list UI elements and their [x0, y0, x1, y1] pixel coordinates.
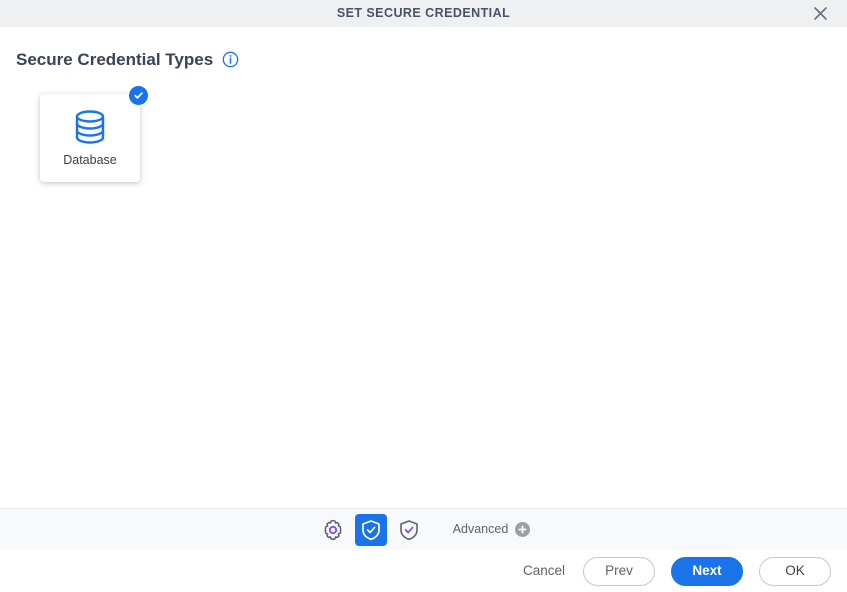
section-header: Secure Credential Types: [0, 27, 847, 68]
next-button[interactable]: Next: [671, 556, 743, 586]
credential-card-label: Database: [63, 153, 117, 168]
ok-button[interactable]: OK: [759, 556, 831, 586]
close-icon[interactable]: [803, 0, 837, 27]
page-title: Secure Credential Types: [16, 50, 214, 69]
credential-type-card-grid: Database: [0, 68, 847, 182]
dialog-title: SET SECURE CREDENTIAL: [336, 6, 511, 21]
advanced-group[interactable]: Advanced: [453, 522, 531, 537]
cancel-button[interactable]: Cancel: [521, 558, 567, 584]
shield-check-filled-icon[interactable]: [354, 513, 387, 546]
shield-check-outline-icon[interactable]: [393, 514, 425, 546]
credential-card-database[interactable]: Database: [40, 86, 148, 182]
dialog-titlebar: SET SECURE CREDENTIAL: [0, 0, 847, 27]
dialog-toolbar: Advanced: [0, 508, 847, 550]
set-secure-credential-dialog: SET SECURE CREDENTIAL Secure Credential …: [0, 0, 847, 592]
check-circle-icon: [129, 86, 148, 105]
prev-button[interactable]: Prev: [583, 556, 655, 586]
plus-circle-icon[interactable]: [515, 522, 531, 537]
gear-icon[interactable]: [317, 514, 349, 546]
info-circle-icon[interactable]: [222, 51, 239, 68]
database-icon: [73, 109, 107, 145]
dialog-body: Secure Credential Types Database: [0, 27, 847, 508]
dialog-footer: Cancel Prev Next OK: [0, 550, 847, 592]
advanced-label: Advanced: [452, 522, 509, 537]
